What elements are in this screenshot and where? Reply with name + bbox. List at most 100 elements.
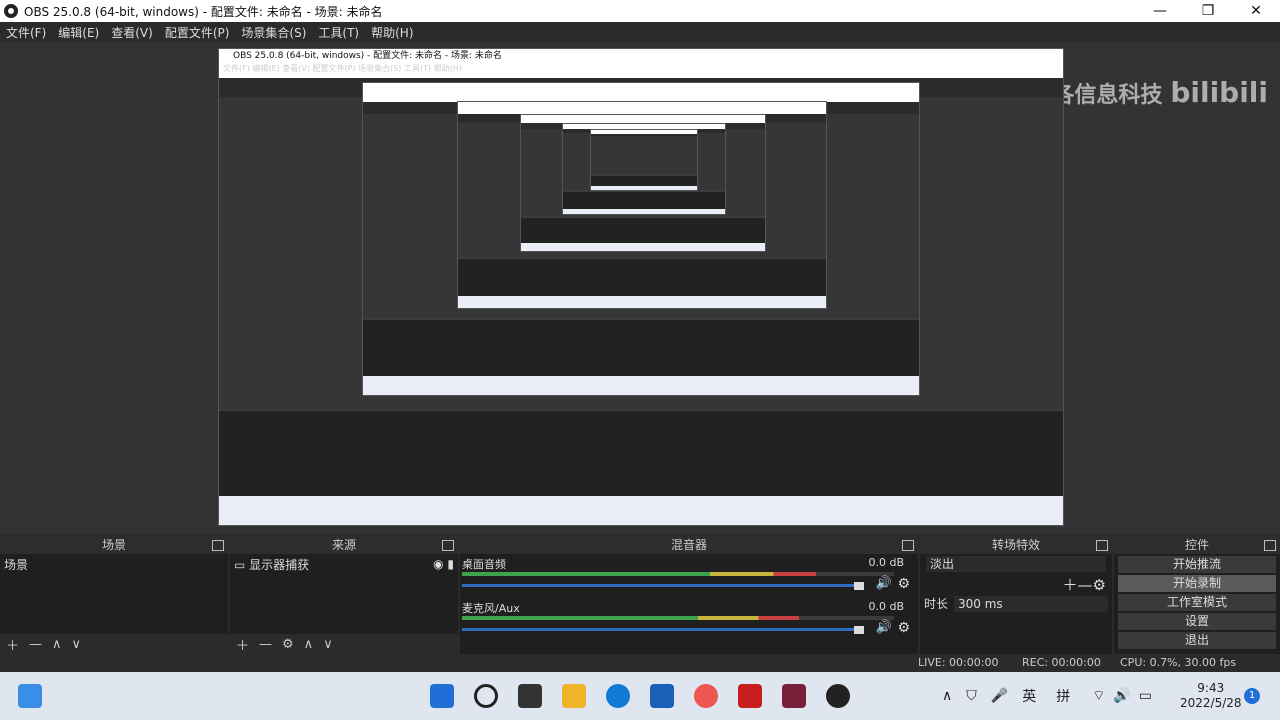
preview-canvas[interactable]: 图宁宫各信息科技 bilibili OBS 25.0.8 (64-bit, win…	[0, 42, 1280, 534]
exit-button[interactable]: 退出	[1118, 632, 1276, 649]
search-icon[interactable]	[474, 684, 498, 708]
nested-capture-6	[590, 129, 698, 191]
volume-slider[interactable]	[462, 584, 858, 587]
title-bar: OBS 25.0.8 (64-bit, windows) - 配置文件: 未命名…	[0, 0, 1280, 22]
gear-icon[interactable]: ⚙	[897, 620, 910, 636]
duration-label: 时长	[924, 597, 949, 611]
maximize-button[interactable]: ❐	[1184, 0, 1232, 22]
undock-icon[interactable]	[902, 540, 914, 551]
transition-select[interactable]: 淡出	[926, 556, 1106, 572]
gear-icon[interactable]: ⚙	[1093, 576, 1106, 594]
volume-knob[interactable]	[854, 626, 864, 634]
channel-name: 麦克风/Aux	[462, 602, 520, 615]
shield-icon[interactable]: ⛉	[966, 688, 977, 704]
nested-capture-3	[457, 101, 827, 309]
gear-icon[interactable]: ⚙	[897, 576, 910, 592]
menu-edit[interactable]: 编辑(E)	[52, 22, 105, 42]
eye-icon[interactable]: ◉	[433, 557, 443, 571]
minimize-button[interactable]: —	[1136, 0, 1184, 22]
remove-icon[interactable]: —	[259, 637, 272, 652]
lock-icon[interactable]: ▮	[447, 557, 454, 571]
remove-icon[interactable]: —	[1078, 576, 1093, 594]
sources-header: 来源	[230, 536, 458, 554]
source-item-label: 显示器捕获	[249, 557, 310, 572]
controls-header: 控件	[1114, 536, 1280, 554]
undock-icon[interactable]	[1096, 540, 1108, 551]
scene-item-label: 场景	[4, 557, 29, 572]
duration-row: 时长 300 ms	[920, 595, 1112, 612]
ime-english[interactable]: 英	[1022, 686, 1036, 706]
microphone-icon[interactable]: 🎤	[991, 688, 1008, 704]
nested-menu: 文件(F) 编辑(E) 查看(V) 配置文件(P) 场景集合(S) 工具(T) …	[223, 64, 462, 73]
ide-icon[interactable]	[782, 684, 806, 708]
speaker-icon[interactable]: 🔊	[876, 620, 892, 635]
menu-view[interactable]: 查看(V)	[105, 22, 159, 42]
gear-icon[interactable]: ⚙	[282, 637, 294, 652]
start-icon[interactable]	[430, 684, 454, 708]
battery-icon[interactable]: ▭	[1139, 688, 1152, 704]
volume-knob[interactable]	[854, 582, 864, 590]
acrobat-icon[interactable]	[738, 684, 762, 708]
undock-icon[interactable]	[1264, 540, 1276, 551]
mixer-title: 混音器	[670, 538, 707, 552]
menu-help[interactable]: 帮助(H)	[365, 22, 419, 42]
move-up-icon[interactable]: ∧	[52, 637, 62, 652]
speaker-icon[interactable]: 🔊	[876, 576, 892, 591]
file-explorer-icon[interactable]	[562, 684, 586, 708]
window-controls: — ❐ ✕	[1136, 0, 1280, 22]
mixer-channel-desktop: 桌面音频 0.0 dB 🔊 ⚙	[460, 554, 918, 598]
widgets-icon[interactable]	[18, 684, 42, 708]
ime-pinyin[interactable]: 拼	[1056, 686, 1070, 706]
scenes-title: 场景	[101, 538, 126, 552]
duration-input[interactable]: 300 ms	[954, 595, 1109, 612]
notification-badge[interactable]: 1	[1244, 688, 1260, 704]
task-view-icon[interactable]	[518, 684, 542, 708]
menu-scene-collection[interactable]: 场景集合(S)	[235, 22, 312, 42]
start-recording-button[interactable]: 开始录制	[1118, 575, 1276, 592]
nested-capture-1: OBS 25.0.8 (64-bit, windows) - 配置文件: 未命名…	[218, 48, 1064, 526]
scene-item[interactable]: 场景	[0, 554, 228, 574]
volume-slider[interactable]	[462, 628, 858, 631]
settings-button[interactable]: 设置	[1118, 613, 1276, 630]
nested-capture-2	[362, 82, 920, 396]
volume-meter	[462, 616, 894, 620]
edge-icon[interactable]	[606, 684, 630, 708]
photos-icon[interactable]	[694, 684, 718, 708]
controls-dock: 控件 开始推流 开始录制 工作室模式 设置 退出	[1114, 536, 1280, 654]
chevron-up-icon[interactable]: ∧	[942, 688, 952, 704]
menu-file[interactable]: 文件(F)	[0, 22, 52, 42]
cpu-status: CPU: 0.7%, 30.00 fps	[1120, 656, 1237, 669]
add-icon[interactable]: ＋	[236, 635, 249, 654]
controls-title: 控件	[1184, 538, 1209, 552]
store-icon[interactable]	[650, 684, 674, 708]
volume-meter	[462, 572, 894, 576]
wifi-icon[interactable]: ⌔	[1092, 687, 1105, 705]
dock-row: 场景 场景 ＋ — ∧ ∨ 来源 ▭ 显示器捕获 ◉ ▮ ＋ — ⚙ ∧ ∨ 混音器 桌…	[0, 536, 1280, 656]
window-title: OBS 25.0.8 (64-bit, windows) - 配置文件: 未命名…	[24, 4, 383, 19]
system-tray: ∧ ⛉ 🎤 英 拼 ⌔ 🔊 ▭	[942, 672, 1152, 720]
move-up-icon[interactable]: ∧	[304, 637, 314, 652]
move-down-icon[interactable]: ∨	[72, 637, 82, 652]
transitions-title: 转场特效	[991, 538, 1040, 552]
menu-profile[interactable]: 配置文件(P)	[159, 22, 236, 42]
sources-dock: 来源 ▭ 显示器捕获 ◉ ▮ ＋ — ⚙ ∧ ∨	[230, 536, 458, 654]
add-icon[interactable]: ＋	[1063, 576, 1078, 594]
channel-name: 桌面音频	[462, 558, 506, 571]
obs-icon[interactable]	[826, 684, 850, 708]
add-icon[interactable]: ＋	[6, 635, 19, 654]
nested-capture-4	[520, 114, 766, 252]
undock-icon[interactable]	[442, 540, 454, 551]
remove-icon[interactable]: —	[29, 637, 42, 652]
move-down-icon[interactable]: ∨	[323, 637, 333, 652]
start-streaming-button[interactable]: 开始推流	[1118, 556, 1276, 573]
nested-capture-5	[562, 123, 726, 215]
studio-mode-button[interactable]: 工作室模式	[1118, 594, 1276, 611]
volume-icon[interactable]: 🔊	[1113, 688, 1130, 704]
sources-title: 来源	[331, 538, 356, 552]
source-item[interactable]: ▭ 显示器捕获 ◉ ▮	[230, 554, 458, 574]
menu-tools[interactable]: 工具(T)	[312, 22, 365, 42]
clock[interactable]: 9:43 2022/5/28	[1180, 672, 1242, 720]
obs-logo-icon	[4, 4, 18, 18]
close-button[interactable]: ✕	[1232, 0, 1280, 22]
undock-icon[interactable]	[212, 540, 224, 551]
